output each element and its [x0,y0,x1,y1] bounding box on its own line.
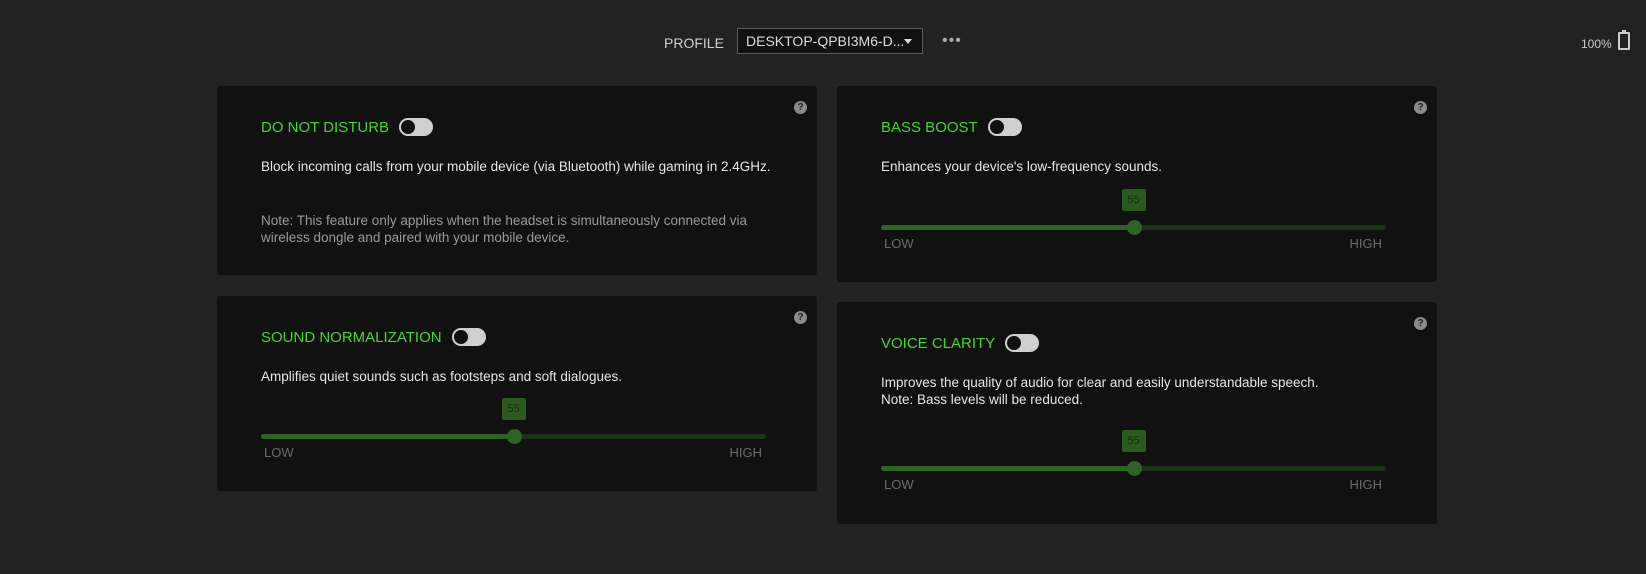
card-title: SOUND NORMALIZATION [261,328,442,346]
card-title: VOICE CLARITY [881,334,996,352]
low-label: LOW [884,477,914,492]
do-not-disturb-toggle[interactable] [399,118,434,136]
card-description: Block incoming calls from your mobile de… [261,159,771,174]
sound-normalization-slider[interactable]: 55 LOW HIGH [261,398,766,460]
more-options-button[interactable]: ••• [942,32,962,50]
low-label: LOW [884,236,914,251]
help-icon[interactable]: ? [1414,101,1427,114]
sound-normalization-card: ? SOUND NORMALIZATION Amplifies quiet so… [217,296,817,491]
bass-boost-toggle[interactable] [987,118,1022,136]
toggle-knob [400,119,417,135]
card-description: Improves the quality of audio for clear … [881,375,1319,390]
battery-icon [1618,30,1630,50]
profile-label: PROFILE [664,35,724,51]
toggle-knob [988,119,1005,135]
slider-thumb[interactable] [1126,220,1142,235]
bass-boost-card: ? BASS BOOST Enhances your device's low-… [837,86,1437,282]
profile-value: DESKTOP-QPBI3M6-D... [746,33,905,49]
help-icon[interactable]: ? [794,101,807,114]
sound-normalization-toggle[interactable] [451,328,486,346]
high-label: HIGH [1349,477,1383,492]
slider-thumb[interactable] [506,429,522,444]
voice-clarity-slider[interactable]: 55 LOW HIGH [881,430,1386,492]
voice-clarity-card: ? VOICE CLARITY Improves the quality of … [837,302,1437,524]
slider-fill [881,466,1134,471]
slider-fill [881,225,1134,230]
toggle-knob [452,329,469,345]
do-not-disturb-card: ? DO NOT DISTURB Block incoming calls fr… [217,86,817,275]
high-label: HIGH [1349,236,1383,251]
battery-percent: 100% [1581,37,1612,51]
card-title: BASS BOOST [881,118,978,136]
slider-thumb[interactable] [1126,461,1142,476]
bass-boost-slider[interactable]: 55 LOW HIGH [881,189,1386,251]
profile-dropdown[interactable]: DESKTOP-QPBI3M6-D... [737,28,923,54]
low-label: LOW [264,445,294,460]
slider-value: 55 [501,398,526,420]
slider-value: 55 [1121,189,1146,211]
card-title: DO NOT DISTURB [261,118,390,136]
help-icon[interactable]: ? [794,311,807,324]
slider-fill [261,434,514,439]
slider-value: 55 [1121,430,1146,452]
help-icon[interactable]: ? [1414,317,1427,330]
top-bar: PROFILE DESKTOP-QPBI3M6-D... ••• 100% [0,28,1646,58]
voice-clarity-toggle[interactable] [1005,334,1040,352]
card-note: Note: Bass levels will be reduced. [881,392,1083,407]
card-description: Enhances your device's low-frequency sou… [881,159,1162,174]
card-note: Note: This feature only applies when the… [261,213,748,245]
toggle-knob [1006,335,1023,351]
chevron-down-icon [904,39,912,44]
card-description: Amplifies quiet sounds such as footsteps… [261,369,622,384]
high-label: HIGH [729,445,763,460]
